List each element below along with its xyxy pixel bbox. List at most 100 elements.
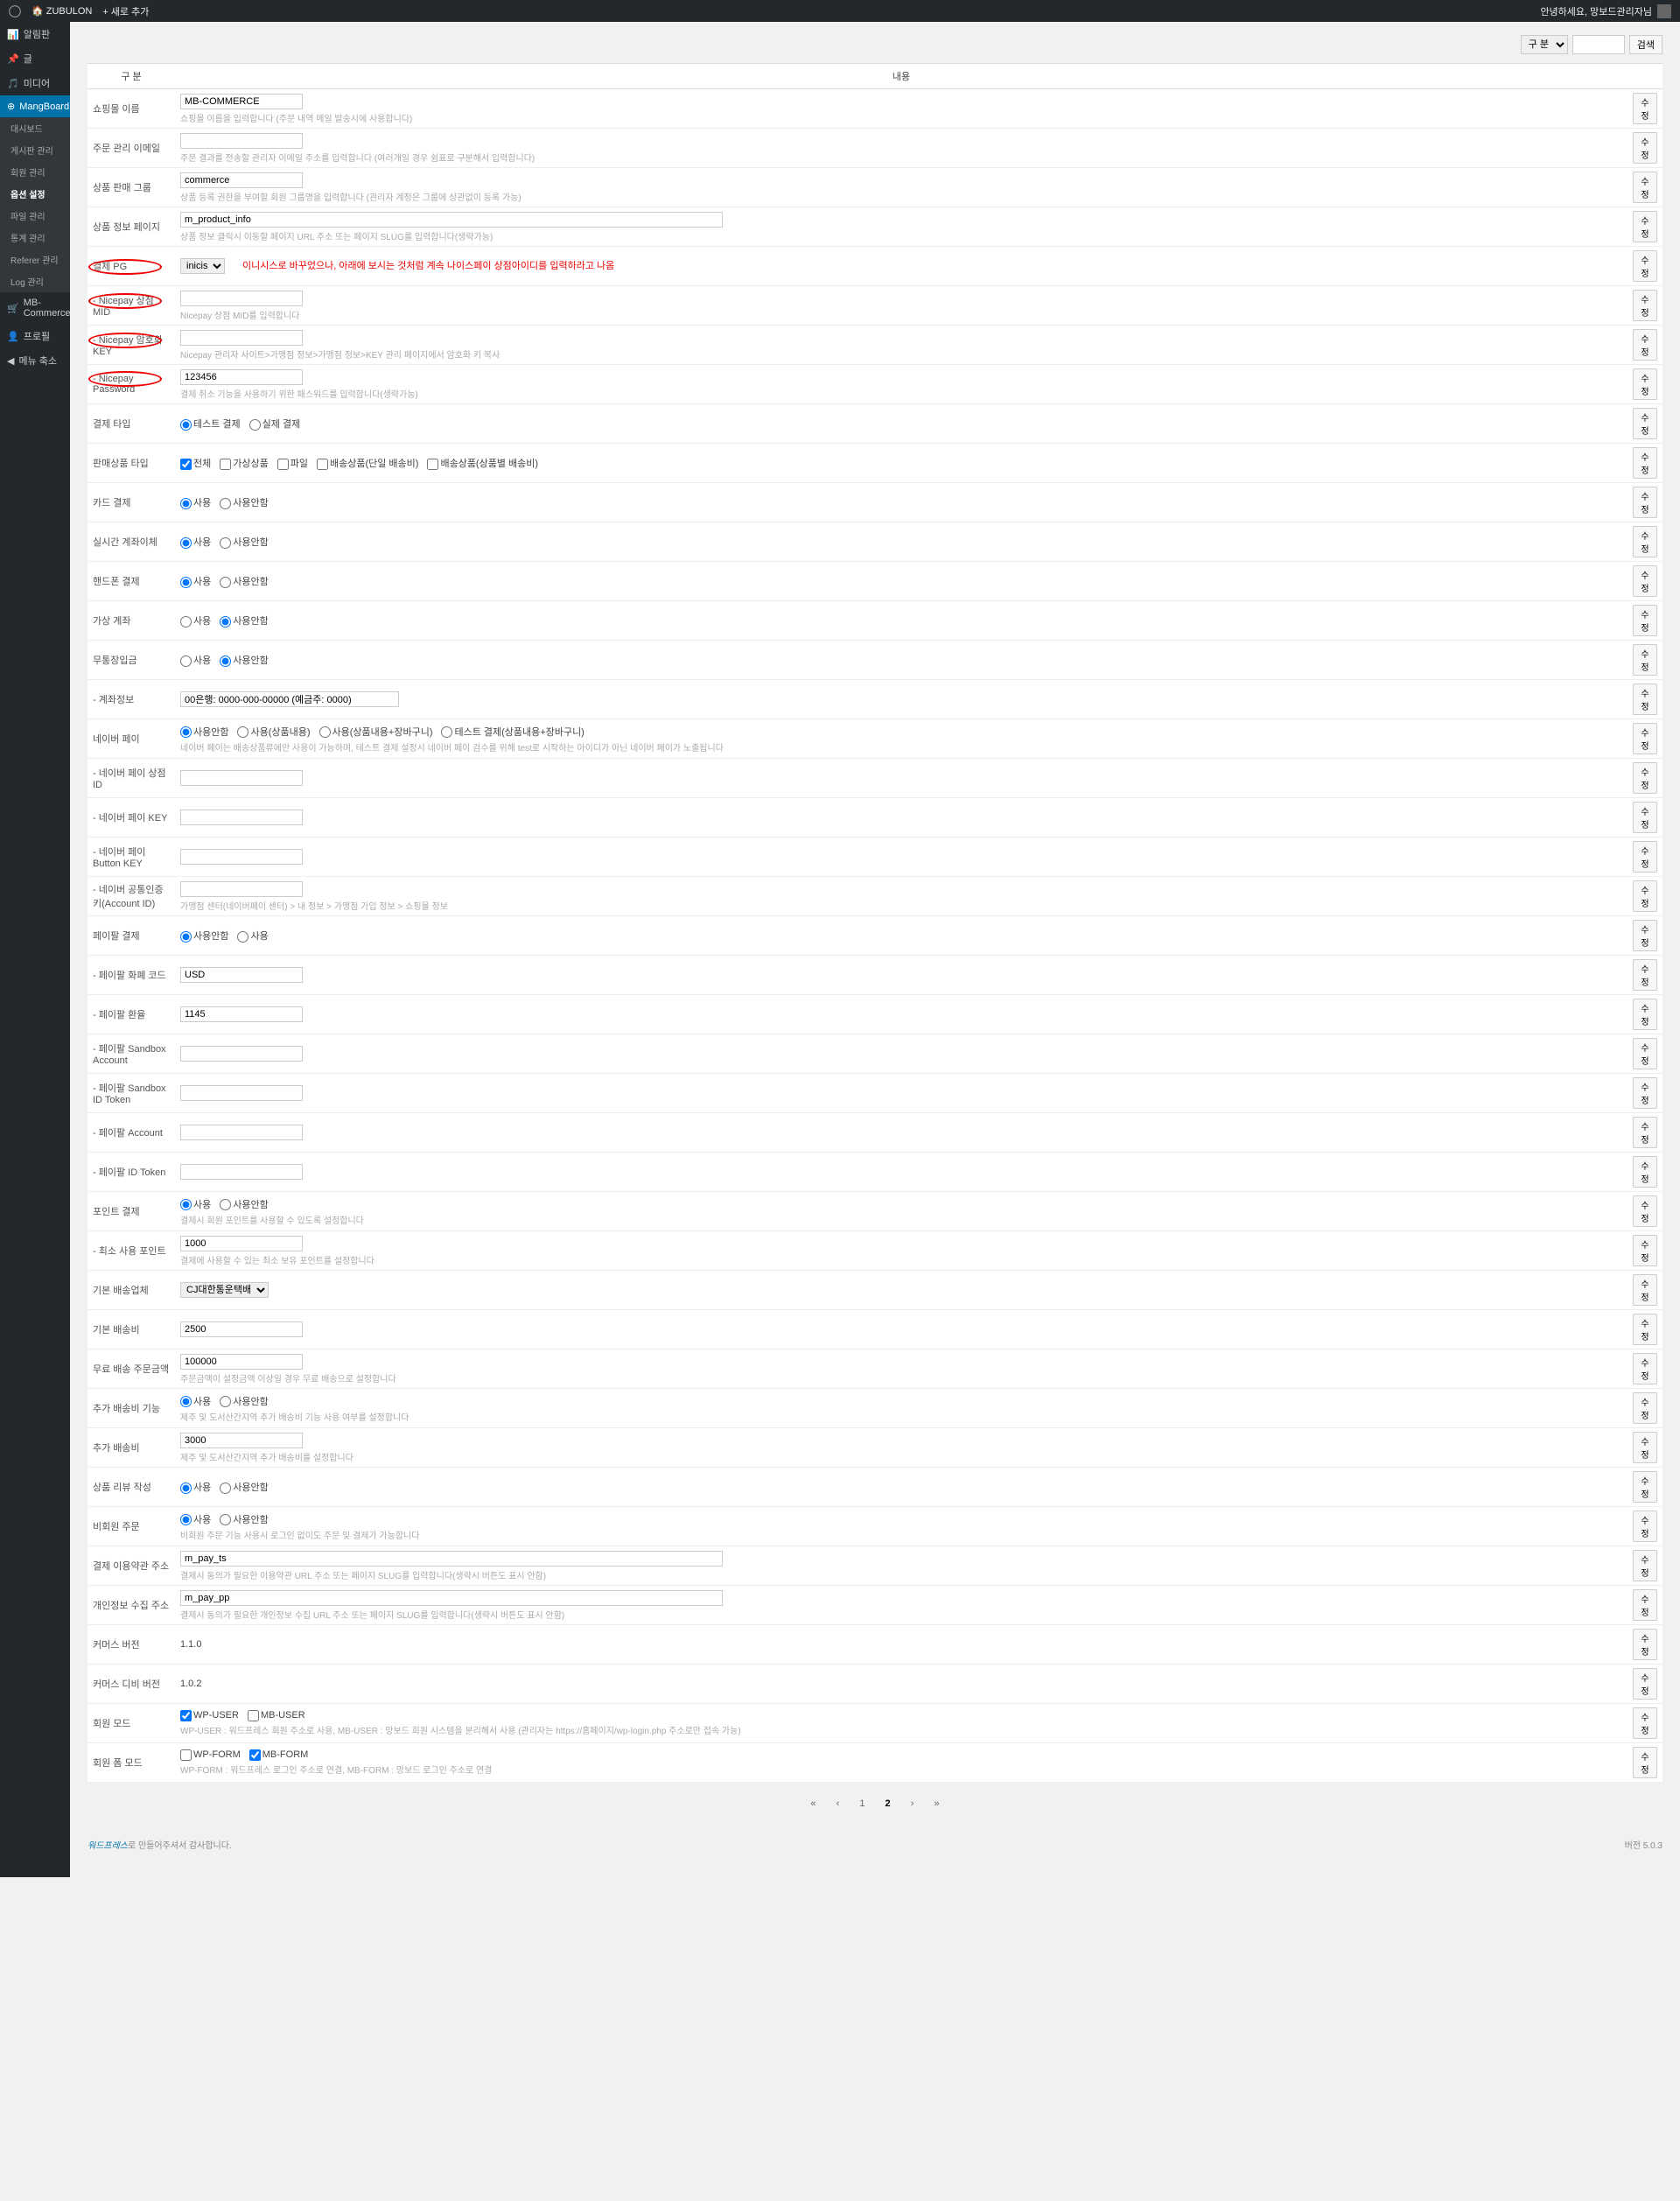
checkbox-input[interactable] [180,1710,192,1721]
radio-input[interactable] [180,1483,192,1494]
input-18[interactable] [180,810,303,825]
submenu-회원 관리[interactable]: 회원 관리 [0,161,70,183]
checkbox-input[interactable] [220,459,231,470]
radio-input[interactable] [441,726,452,738]
edit-button[interactable]: 수정 [1633,487,1657,518]
option-사용안함[interactable]: 사용안함 [220,1515,268,1525]
option-WP-USER[interactable]: WP-USER [180,1710,239,1721]
edit-button[interactable]: 수정 [1633,1314,1657,1345]
edit-button[interactable]: 수정 [1633,1629,1657,1660]
option-실제 결제[interactable]: 실제 결제 [249,419,301,430]
edit-button[interactable]: 수정 [1633,762,1657,794]
edit-button[interactable]: 수정 [1633,1274,1657,1306]
radio-input[interactable] [180,1199,192,1210]
edit-button[interactable]: 수정 [1633,1392,1657,1424]
radio-input[interactable] [180,931,192,943]
edit-button[interactable]: 수정 [1633,1432,1657,1463]
option-사용안함[interactable]: 사용안함 [220,1200,268,1210]
radio-input[interactable] [180,577,192,588]
edit-button[interactable]: 수정 [1633,1353,1657,1384]
site-link[interactable]: 🏠 ZUBULON [32,5,92,17]
select-30[interactable]: CJ대한통운택배 [180,1282,269,1298]
radio-input[interactable] [220,577,231,588]
edit-button[interactable]: 수정 [1633,1077,1657,1109]
page-first[interactable]: « [803,1796,822,1812]
edit-button[interactable]: 수정 [1633,329,1657,361]
edit-button[interactable]: 수정 [1633,132,1657,164]
input-24[interactable] [180,1046,303,1062]
edit-button[interactable]: 수정 [1633,1235,1657,1266]
option-테스트 결제(상품내용+장바구니)[interactable]: 테스트 결제(상품내용+장바구니) [441,727,584,738]
input-19[interactable] [180,849,303,865]
select-4[interactable]: inicis [180,258,225,274]
option-사용[interactable]: 사용 [180,1397,211,1407]
checkbox-input[interactable] [277,459,289,470]
option-사용안함[interactable]: 사용안함 [220,1397,268,1407]
option-사용[interactable]: 사용 [180,577,211,587]
radio-input[interactable] [180,419,192,431]
radio-input[interactable] [180,616,192,627]
option-사용[interactable]: 사용 [180,1200,211,1210]
page-prev[interactable]: ‹ [830,1796,847,1812]
sidebar-MB-Commerce[interactable]: 🛒 MB-Commerce [0,292,70,324]
submenu-Log 관리[interactable]: Log 관리 [0,270,70,292]
sidebar-프로필[interactable]: 👤 프로필 [0,324,70,348]
input-3[interactable] [180,212,723,228]
edit-button[interactable]: 수정 [1633,211,1657,242]
edit-button[interactable]: 수정 [1633,1471,1657,1503]
checkbox-input[interactable] [180,459,192,470]
page-next[interactable]: › [904,1796,921,1812]
edit-button[interactable]: 수정 [1633,526,1657,557]
submenu-게시판 관리[interactable]: 게시판 관리 [0,139,70,161]
submenu-파일 관리[interactable]: 파일 관리 [0,205,70,227]
edit-button[interactable]: 수정 [1633,802,1657,833]
input-6[interactable] [180,330,303,346]
input-31[interactable] [180,1321,303,1337]
option-사용[interactable]: 사용 [180,1483,211,1493]
wp-logo[interactable] [9,5,21,18]
edit-button[interactable]: 수정 [1633,1747,1657,1778]
option-사용안함[interactable]: 사용안함 [220,577,268,587]
option-사용(상품내용+장바구니)[interactable]: 사용(상품내용+장바구니) [319,727,433,738]
radio-input[interactable] [180,1514,192,1525]
option-사용안함[interactable]: 사용안함 [220,537,268,548]
option-테스트 결제[interactable]: 테스트 결제 [180,419,241,430]
edit-button[interactable]: 수정 [1633,841,1657,873]
option-사용안함[interactable]: 사용안함 [180,727,228,738]
edit-button[interactable]: 수정 [1633,565,1657,597]
edit-button[interactable]: 수정 [1633,408,1657,439]
edit-button[interactable]: 수정 [1633,880,1657,912]
radio-input[interactable] [180,537,192,549]
checkbox-input[interactable] [317,459,328,470]
edit-button[interactable]: 수정 [1633,723,1657,754]
option-사용[interactable]: 사용 [180,498,211,508]
radio-input[interactable] [220,1514,231,1525]
checkbox-input[interactable] [427,459,438,470]
search-input[interactable] [1572,35,1625,54]
input-17[interactable] [180,770,303,786]
wp-link[interactable]: 워드프레스 [88,1841,128,1851]
add-new[interactable]: + 새로 추가 [102,4,149,18]
radio-input[interactable] [237,931,248,943]
option-사용안함[interactable]: 사용안함 [220,1483,268,1493]
input-22[interactable] [180,967,303,983]
input-2[interactable] [180,172,303,188]
radio-input[interactable] [220,1199,231,1210]
page-last[interactable]: » [927,1796,946,1812]
edit-button[interactable]: 수정 [1633,1589,1657,1621]
edit-button[interactable]: 수정 [1633,250,1657,282]
edit-button[interactable]: 수정 [1633,1117,1657,1148]
option-WP-FORM[interactable]: WP-FORM [180,1749,241,1760]
edit-button[interactable]: 수정 [1633,920,1657,951]
option-사용[interactable]: 사용 [180,1515,211,1525]
edit-button[interactable]: 수정 [1633,1668,1657,1700]
sidebar-글[interactable]: 📌 글 [0,46,70,71]
edit-button[interactable]: 수정 [1633,172,1657,203]
option-사용안함[interactable]: 사용안함 [220,616,268,627]
checkbox-input[interactable] [248,1710,259,1721]
input-32[interactable] [180,1354,303,1370]
edit-button[interactable]: 수정 [1633,1038,1657,1069]
option-사용안함[interactable]: 사용안함 [180,931,228,942]
input-23[interactable] [180,1006,303,1022]
radio-input[interactable] [180,655,192,667]
